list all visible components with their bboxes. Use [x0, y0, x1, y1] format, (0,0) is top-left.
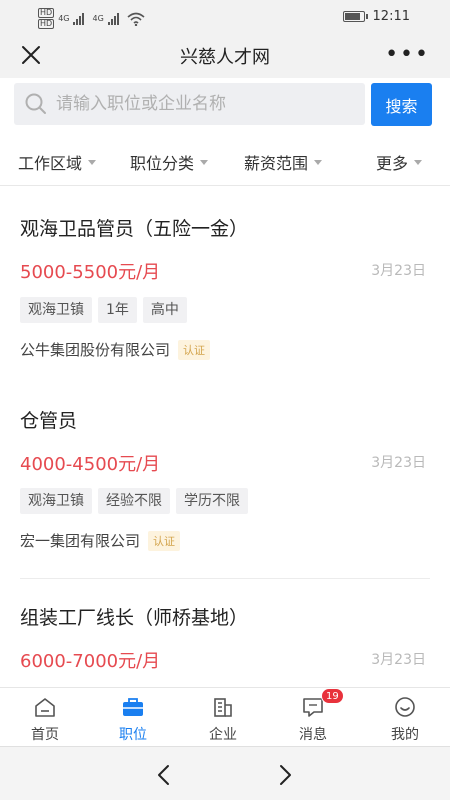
company-name: 公牛集团股份有限公司	[20, 341, 171, 359]
job-tags: 观海卫镇 1年 高中	[20, 297, 187, 323]
filter-label: 更多	[376, 154, 409, 173]
tab-label: 消息	[299, 727, 327, 743]
chevron-down-icon	[200, 159, 209, 165]
network-type: 4G	[58, 14, 70, 23]
tab-profile[interactable]: 我的	[360, 688, 450, 747]
job-tag: 经验不限	[98, 488, 170, 514]
verified-badge: 认证	[148, 530, 181, 551]
signal-icon	[107, 12, 119, 25]
search-icon	[25, 93, 46, 114]
search-button[interactable]: 搜索	[371, 83, 432, 126]
job-salary: 5000-5500元/月	[20, 262, 161, 283]
back-arrow-icon[interactable]	[154, 764, 174, 786]
job-list-item[interactable]: 观海卫品管员（五险一金） 5000-5500元/月 3月23日 观海卫镇 1年 …	[20, 186, 430, 382]
briefcase-icon	[123, 698, 143, 716]
search-bar: 搜索	[0, 78, 450, 136]
job-title: 观海卫品管员（五险一金）	[20, 218, 249, 240]
chevron-down-icon	[88, 159, 97, 165]
status-time: 12:11	[372, 9, 410, 24]
job-title: 组装工厂线长（师桥基地）	[20, 607, 249, 629]
tab-home[interactable]: 首页	[0, 688, 90, 747]
job-salary: 4000-4500元/月	[20, 454, 161, 475]
job-tags: 观海卫镇 经验不限 学历不限	[20, 488, 248, 514]
tab-label: 我的	[391, 727, 419, 743]
browser-nav-bar	[0, 746, 450, 800]
job-date: 3月23日	[371, 652, 426, 668]
signal-icon	[73, 12, 85, 25]
hd-indicator: HD	[38, 8, 55, 18]
filter-more[interactable]: 更多	[376, 150, 423, 174]
job-company: 公牛集团股份有限公司 认证	[20, 339, 211, 360]
tab-companies[interactable]: 企业	[178, 688, 268, 747]
job-tag: 高中	[142, 297, 187, 323]
tab-label: 职位	[119, 727, 147, 743]
filter-bar: 工作区域 职位分类 薪资范围 更多	[0, 136, 450, 186]
building-icon	[214, 698, 232, 717]
chevron-down-icon	[314, 159, 323, 165]
job-date: 3月23日	[371, 455, 426, 471]
home-icon	[35, 698, 55, 717]
job-list-item[interactable]: 仓管员 4000-4500元/月 3月23日 观海卫镇 经验不限 学历不限 宏一…	[20, 382, 430, 578]
job-date: 3月23日	[371, 263, 426, 279]
status-bar: HD HD 4G 4G 12:11	[0, 0, 450, 34]
tab-label: 首页	[31, 727, 59, 743]
search-input[interactable]	[56, 94, 356, 114]
wifi-icon	[127, 12, 145, 26]
filter-job-category[interactable]: 职位分类	[130, 150, 209, 174]
job-tag: 1年	[98, 297, 137, 323]
chevron-down-icon	[414, 159, 423, 165]
search-box	[14, 83, 365, 125]
title-bar: 兴慈人才网 •••	[0, 34, 450, 78]
signal-indicators: HD HD 4G 4G	[38, 8, 145, 29]
filter-work-area[interactable]: 工作区域	[18, 150, 97, 174]
tab-jobs[interactable]: 职位	[88, 688, 178, 747]
battery-icon	[342, 11, 368, 22]
filter-label: 职位分类	[130, 154, 195, 173]
filter-label: 薪资范围	[244, 154, 309, 173]
job-list-item[interactable]: 组装工厂线长（师桥基地） 6000-7000元/月 3月23日	[20, 579, 430, 687]
page-title: 兴慈人才网	[180, 47, 270, 68]
tab-label: 企业	[209, 727, 237, 743]
job-title: 仓管员	[20, 410, 78, 432]
forward-arrow-icon[interactable]	[275, 764, 295, 786]
unread-badge: 19	[321, 688, 344, 704]
job-tag: 学历不限	[176, 488, 248, 514]
bottom-tab-bar: 首页 职位 企业 19 消息 我的	[0, 687, 450, 746]
close-icon[interactable]	[18, 42, 44, 68]
job-tag: 观海卫镇	[20, 488, 92, 514]
job-tag: 观海卫镇	[20, 297, 92, 323]
filter-salary-range[interactable]: 薪资范围	[244, 150, 323, 174]
job-company: 宏一集团有限公司 认证	[20, 530, 181, 551]
job-salary: 6000-7000元/月	[20, 651, 161, 672]
more-menu-button[interactable]: •••	[385, 44, 430, 66]
network-type: 4G	[92, 14, 104, 23]
tab-messages[interactable]: 19 消息	[268, 688, 358, 747]
filter-label: 工作区域	[18, 154, 83, 173]
profile-icon	[395, 697, 415, 717]
company-name: 宏一集团有限公司	[20, 532, 141, 550]
hd-indicator: HD	[38, 19, 55, 29]
verified-badge: 认证	[178, 339, 211, 360]
